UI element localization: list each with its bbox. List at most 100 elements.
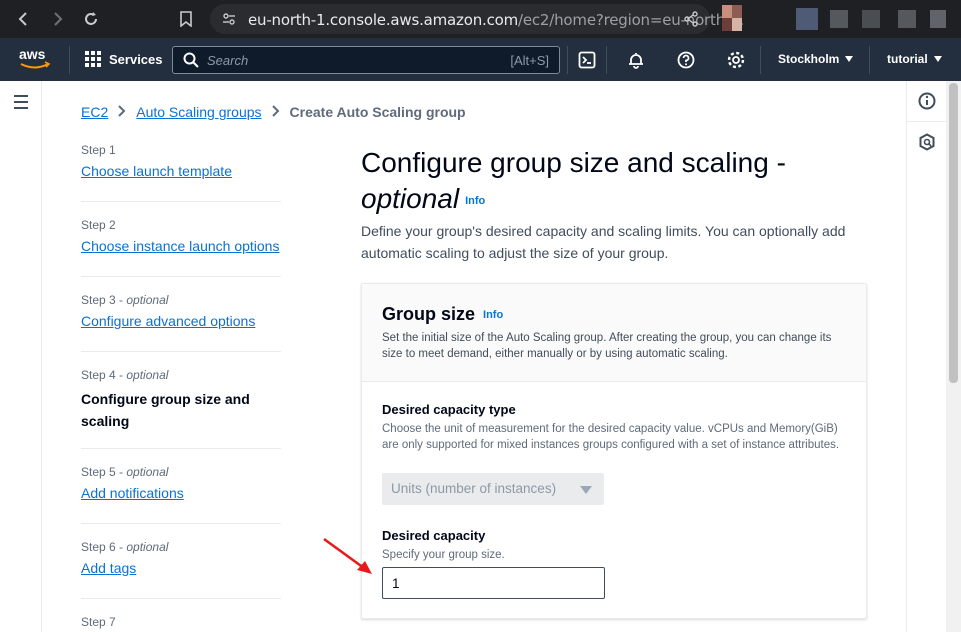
annotation-arrow-icon	[323, 537, 372, 574]
chevron-right-icon	[271, 104, 280, 120]
nav-divider	[869, 46, 870, 74]
step-link[interactable]: Add notifications	[81, 485, 184, 501]
capacity-type-description: Choose the unit of measurement for the d…	[382, 423, 840, 451]
desired-capacity-value: 1	[392, 576, 400, 591]
svg-text:aws: aws	[19, 46, 46, 62]
tools-panel-rail	[906, 81, 946, 632]
scrollbar-thumb[interactable]	[949, 83, 958, 383]
wizard-step: Step 7	[81, 599, 281, 632]
step-link[interactable]: Choose launch template	[81, 163, 232, 179]
capacity-type-select[interactable]: Units (number of instances)	[382, 473, 604, 505]
address-bar[interactable]: eu-north-1.console.aws.amazon.com/ec2/ho…	[210, 4, 744, 34]
search-placeholder: Search	[207, 53, 249, 68]
cloudshell-icon[interactable]	[577, 50, 597, 70]
page-title-text: Configure group size and scaling -	[361, 147, 786, 178]
help-icon[interactable]	[676, 50, 696, 70]
step-link[interactable]: Configure advanced options	[81, 313, 255, 329]
wizard-step: Step 1 Choose launch template	[81, 143, 281, 202]
step-number-text: Step 3	[81, 293, 116, 307]
settings-gear-icon[interactable]	[726, 50, 746, 70]
capacity-type-label: Desired capacity type	[382, 402, 516, 417]
step-number-text: Step 5	[81, 465, 116, 479]
page-title: Configure group size and scaling - optio…	[361, 145, 841, 219]
profile-avatar[interactable]	[722, 5, 742, 31]
nav-divider	[760, 46, 761, 74]
share-icon[interactable]	[684, 11, 698, 32]
search-shortcut-hint: [Alt+S]	[510, 53, 549, 68]
page-info-link[interactable]: Info	[465, 195, 485, 207]
services-label: Services	[109, 51, 163, 67]
notifications-bell-icon[interactable]	[626, 50, 646, 70]
wizard-step: Step 5 - optional Add notifications	[81, 449, 281, 524]
step-optional-text: optional	[126, 540, 169, 554]
step-number: Step 4 - optional	[81, 368, 169, 382]
step-number: Step 5 - optional	[81, 465, 169, 479]
breadcrumb: EC2 Auto Scaling groups Create Auto Scal…	[81, 104, 466, 120]
step-link[interactable]: Choose instance launch options	[81, 238, 279, 254]
group-size-header: Group size Info Set the initial size of t…	[362, 284, 866, 382]
desired-capacity-description: Specify your group size.	[382, 549, 505, 561]
breadcrumb-ec2[interactable]: EC2	[81, 104, 108, 120]
search-input[interactable]: Search [Alt+S]	[172, 46, 560, 74]
extensions-area	[796, 8, 946, 30]
region-caret-icon	[845, 56, 854, 62]
url-text: eu-north-1.console.aws.amazon.com/ec2/ho…	[248, 11, 744, 29]
desired-capacity-label: Desired capacity	[382, 528, 486, 543]
step-number: Step 6 - optional	[81, 540, 169, 554]
step-number-text: Step 4	[81, 368, 116, 382]
feedback-hexagon-icon[interactable]	[918, 133, 936, 156]
step-number: Step 3 - optional	[81, 293, 169, 307]
page-description: Define your group's desired capacity and…	[361, 223, 846, 261]
aws-logo-icon[interactable]: aws	[18, 46, 52, 72]
side-navigation-rail	[0, 81, 42, 632]
nav-divider	[69, 46, 70, 74]
account-label: tutorial	[887, 52, 928, 66]
page-title-optional: optional	[361, 183, 460, 214]
step-optional-text: optional	[126, 293, 169, 307]
step-number: Step 7	[81, 615, 116, 629]
step-optional-text: optional	[126, 368, 169, 382]
desired-capacity-input[interactable]: 1	[382, 567, 605, 599]
forward-icon[interactable]	[47, 8, 69, 30]
aws-top-navigation: aws Services Search [Alt+S] Stockholm tu…	[0, 38, 961, 81]
nav-divider	[606, 46, 607, 74]
group-size-container: Group size Info Set the initial size of t…	[361, 283, 867, 619]
breadcrumb-current: Create Auto Scaling group	[289, 104, 466, 120]
menu-hamburger-icon[interactable]	[14, 95, 28, 113]
group-size-description: Set the initial size of the Auto Scaling…	[382, 332, 832, 360]
services-menu[interactable]: Services	[85, 51, 163, 67]
breadcrumb-auto-scaling-groups[interactable]: Auto Scaling groups	[136, 104, 261, 120]
chevron-right-icon	[118, 104, 126, 120]
region-label: Stockholm	[778, 52, 840, 66]
step-number: Step 2	[81, 218, 116, 232]
wizard-step: Step 6 - optional Add tags	[81, 524, 281, 599]
wizard-step-current: Step 4 - optional Configure group size a…	[81, 352, 281, 449]
bookmark-icon[interactable]	[175, 8, 197, 30]
wizard-steps: Step 1 Choose launch template Step 2 Cho…	[81, 143, 281, 632]
back-icon[interactable]	[12, 8, 34, 30]
rail-divider	[906, 121, 946, 122]
step-number-text: Step 6	[81, 540, 116, 554]
step-link[interactable]: Add tags	[81, 560, 136, 576]
step-number: Step 1	[81, 143, 116, 157]
group-size-title-text: Group size	[382, 304, 476, 324]
nav-divider	[567, 46, 568, 74]
site-settings-icon[interactable]	[222, 12, 236, 31]
search-icon	[183, 52, 199, 73]
reload-icon[interactable]	[80, 8, 102, 30]
account-caret-icon	[933, 56, 942, 62]
dropdown-caret-icon	[580, 486, 592, 494]
services-grid-icon	[85, 51, 101, 67]
wizard-step: Step 2 Choose instance launch options	[81, 202, 281, 277]
url-domain: eu-north-1.console.aws.amazon.com	[248, 11, 518, 29]
group-size-info-link[interactable]: Info	[483, 309, 503, 321]
page-scrollbar[interactable]	[946, 81, 961, 632]
url-path: /ec2/home?region=eu-north-...	[518, 11, 744, 29]
step-optional-text: optional	[126, 465, 169, 479]
region-selector[interactable]: Stockholm	[778, 52, 854, 66]
info-panel-icon[interactable]	[918, 92, 936, 115]
wizard-step: Step 3 - optional Configure advanced opt…	[81, 277, 281, 352]
capacity-type-value: Units (number of instances)	[391, 481, 557, 496]
account-menu[interactable]: tutorial	[887, 52, 942, 66]
step-current-label: Configure group size and scaling	[81, 391, 250, 429]
